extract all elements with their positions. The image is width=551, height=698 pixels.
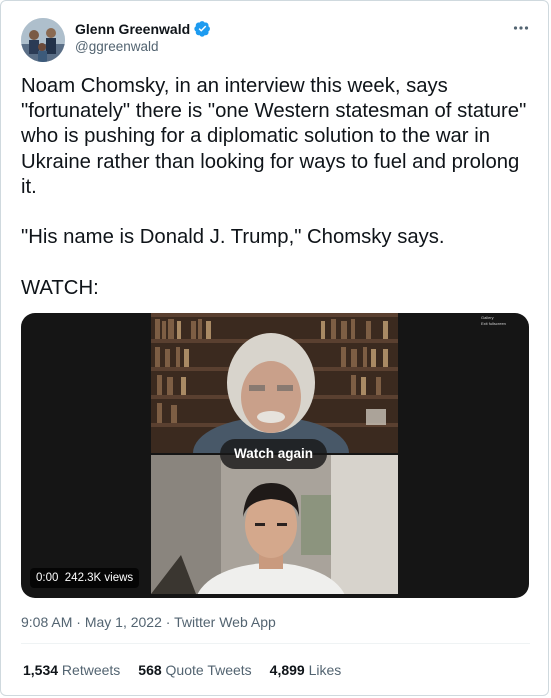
overlay-line: Exit fullscreen: [481, 321, 506, 326]
retweets-label: Retweets: [58, 662, 121, 678]
watch-again-button[interactable]: Watch again: [220, 439, 328, 469]
author-name-row: Glenn Greenwald: [75, 20, 211, 37]
retweets-stat[interactable]: 1,534 Retweets: [23, 662, 120, 678]
video-player[interactable]: Gallery Exit fullscreen Watch again 0:00…: [21, 313, 529, 598]
more-options-icon: [513, 26, 529, 30]
quote-tweets-label: Quote Tweets: [161, 662, 252, 678]
likes-label: Likes: [304, 662, 342, 678]
avatar[interactable]: [21, 18, 65, 62]
tweet-text: Noam Chomsky, in an interview this week,…: [21, 74, 536, 301]
divider: [21, 643, 530, 644]
video-time: 0:00: [36, 572, 59, 584]
meta-separator: ·: [72, 614, 85, 630]
tweet-paragraph: "His name is Donald J. Trump," Chomsky s…: [21, 226, 445, 249]
tweet-source-link[interactable]: Twitter Web App: [174, 614, 276, 630]
tweet-stats: 1,534 Retweets 568 Quote Tweets 4,899 Li…: [23, 662, 359, 678]
author-name[interactable]: Glenn Greenwald: [75, 21, 190, 37]
likes-count: 4,899: [269, 662, 305, 678]
video-views: 242.3K views: [64, 572, 134, 584]
tweet-time-link[interactable]: 9:08 AM: [21, 614, 72, 630]
quote-tweets-count: 568: [138, 662, 162, 678]
tweet-meta: 9:08 AM · May 1, 2022 · Twitter Web App: [21, 614, 276, 630]
video-frame-bottom: [151, 455, 398, 594]
video-time-views-badge: 0:00 242.3K views: [30, 568, 140, 588]
more-options-button[interactable]: [508, 17, 534, 39]
bookshelf-scene: [151, 313, 398, 453]
tweet-card: Glenn Greenwald @ggreenwald Noam Chomsky…: [0, 0, 549, 696]
video-conference-overlay: Gallery Exit fullscreen: [481, 315, 525, 339]
tweet-date-link[interactable]: May 1, 2022: [85, 614, 162, 630]
likes-stat[interactable]: 4,899 Likes: [270, 662, 342, 678]
video-frame-top: [151, 313, 398, 453]
tweet-paragraph: WATCH:: [21, 276, 99, 299]
verified-badge-icon: [194, 21, 211, 37]
author-handle[interactable]: @ggreenwald: [75, 39, 159, 54]
retweets-count: 1,534: [23, 662, 59, 678]
avatar-image: [21, 18, 65, 62]
tweet-paragraph: Noam Chomsky, in an interview this week,…: [21, 75, 527, 198]
interviewer-scene: [151, 455, 398, 594]
meta-separator: ·: [161, 614, 175, 630]
quote-tweets-stat[interactable]: 568 Quote Tweets: [138, 662, 251, 678]
